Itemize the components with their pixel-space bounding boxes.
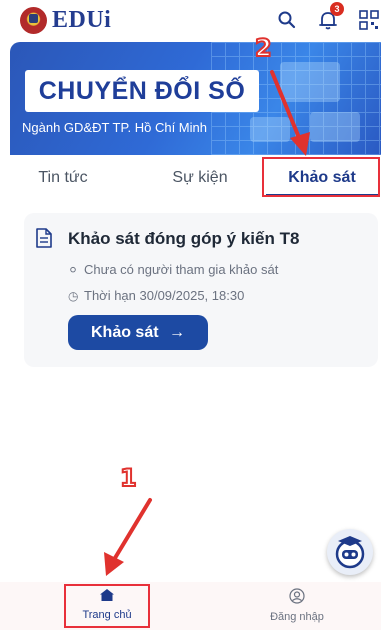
annotation-arrow-1 — [104, 498, 152, 576]
